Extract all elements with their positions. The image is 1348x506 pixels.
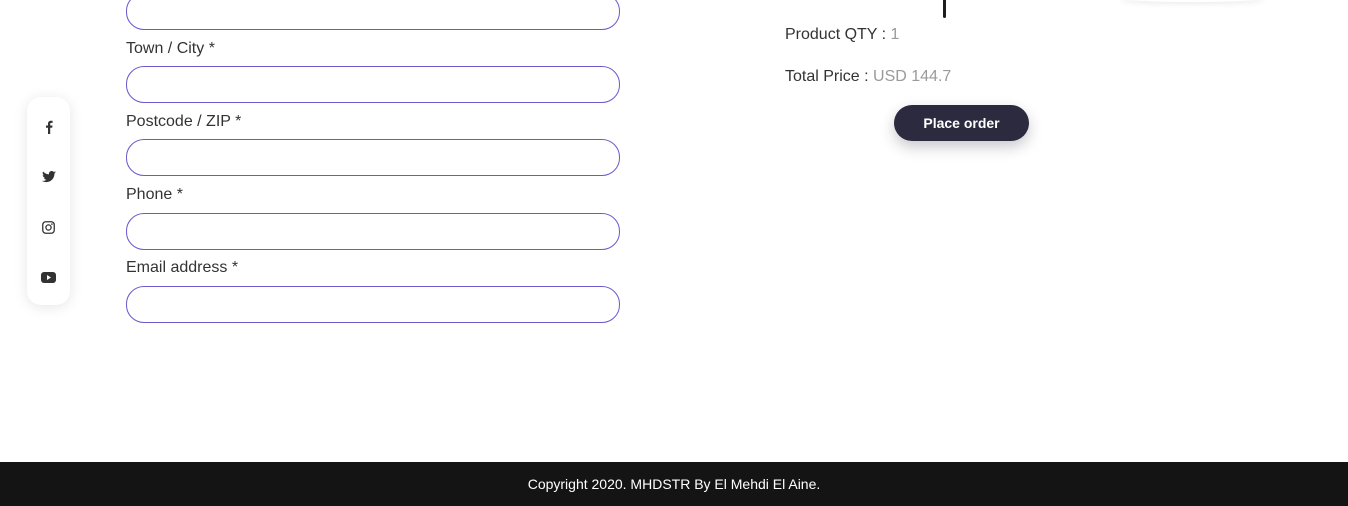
postcode-input[interactable] (126, 139, 620, 176)
phone-label: Phone * (126, 186, 183, 203)
postcode-label: Postcode / ZIP * (126, 113, 242, 130)
product-qty-value: 1 (890, 26, 900, 43)
total-price: Total Price : USD 144.7 (785, 67, 951, 87)
twitter-link[interactable] (27, 165, 70, 189)
total-price-value: USD 144.7 (873, 68, 952, 85)
facebook-icon (43, 120, 55, 134)
footer: Copyright 2020. MHDSTR By El Mehdi El Ai… (0, 462, 1348, 506)
email-input[interactable] (126, 286, 620, 323)
product-qty-label: Product QTY : (785, 26, 891, 43)
town-city-label: Town / City * (126, 40, 215, 57)
twitter-icon (41, 171, 56, 183)
place-order-button[interactable]: Place order (894, 105, 1029, 141)
phone-input[interactable] (126, 213, 620, 250)
address-input[interactable] (126, 0, 620, 30)
email-label: Email address * (126, 259, 239, 276)
product-card-shadow (1120, 0, 1265, 2)
total-price-label: Total Price : (785, 68, 874, 85)
facebook-link[interactable] (27, 115, 70, 139)
social-sidebar (27, 97, 70, 305)
copyright-text: Copyright 2020. MHDSTR By El Mehdi El Ai… (527, 476, 821, 492)
youtube-link[interactable] (27, 265, 70, 289)
product-qty: Product QTY : 1 (785, 25, 899, 45)
youtube-icon (41, 271, 56, 283)
instagram-link[interactable] (27, 215, 70, 239)
product-image (943, 0, 946, 18)
instagram-icon (42, 220, 55, 234)
checkout-page: Town / City * Postcode / ZIP * Phone * E… (0, 0, 1348, 506)
town-city-input[interactable] (126, 66, 620, 103)
